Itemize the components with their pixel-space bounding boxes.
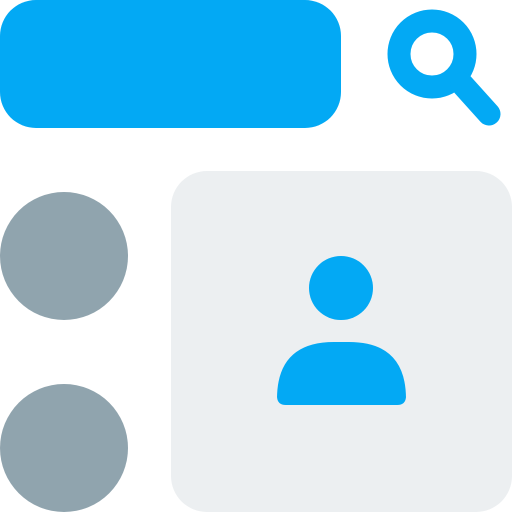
user-icon — [277, 256, 406, 405]
app-window — [0, 0, 512, 512]
profile-card[interactable] — [171, 171, 512, 512]
nav-item-1[interactable] — [0, 192, 128, 320]
search-input[interactable] — [0, 0, 341, 128]
search-button[interactable] — [380, 6, 512, 138]
search-icon — [387, 9, 501, 126]
nav-item-2[interactable] — [0, 384, 128, 512]
